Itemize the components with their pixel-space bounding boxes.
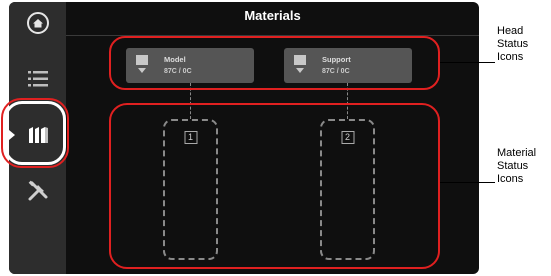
- sidebar-item-home[interactable]: [9, 2, 66, 44]
- callout-label-head: Head Status Icons: [497, 25, 529, 63]
- tools-icon: [26, 179, 50, 203]
- highlight-ring-sidebar: [1, 98, 69, 168]
- sidebar-item-list[interactable]: [9, 58, 66, 100]
- callout-line-material: [440, 182, 495, 183]
- sidebar-item-tools[interactable]: [9, 170, 66, 212]
- highlight-ring-material-status: [109, 103, 440, 269]
- home-icon: [26, 11, 50, 35]
- list-icon: [27, 69, 49, 89]
- callout-line-head: [440, 62, 495, 63]
- page-title: Materials: [244, 8, 301, 23]
- callout-label-material: Material Status Icons: [497, 147, 537, 185]
- highlight-ring-head-status: [109, 36, 440, 90]
